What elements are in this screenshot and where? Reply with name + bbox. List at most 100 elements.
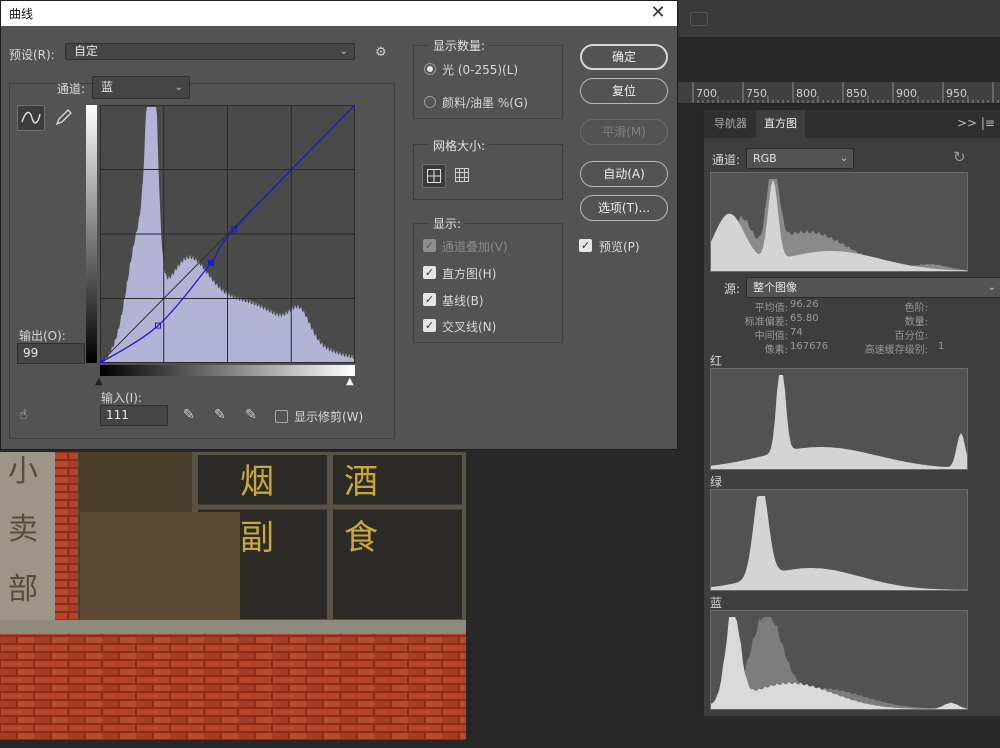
document-image[interactable]: 烟 副 酒 食 小 卖 部 bbox=[0, 452, 466, 740]
input-label: 输入(I): bbox=[101, 391, 142, 405]
channel-label-blue: 蓝 bbox=[710, 596, 723, 610]
source-select[interactable]: 整个图像 ⌄ bbox=[746, 277, 1000, 298]
ruler-label: 750 bbox=[746, 87, 767, 100]
options-button[interactable]: 选项(T)... bbox=[580, 195, 668, 221]
channel-select[interactable]: 蓝 ⌄ bbox=[92, 76, 190, 99]
refresh-icon[interactable]: ↻ bbox=[953, 148, 966, 166]
dialog-title: 曲线 bbox=[9, 7, 34, 21]
curve-point-tool-icon[interactable] bbox=[17, 105, 45, 131]
pigment-radio[interactable] bbox=[424, 96, 436, 108]
stat-value: 65.80 bbox=[790, 313, 819, 324]
ruler-label: 800 bbox=[796, 87, 817, 100]
white-eyedropper-icon[interactable]: ✎ bbox=[245, 407, 257, 423]
smooth-button[interactable]: 平滑(M) bbox=[580, 119, 668, 145]
panel-menu-icon[interactable]: >> |≡ bbox=[957, 116, 995, 130]
pigment-option-label: 颜料/油墨 %(G) bbox=[442, 96, 528, 110]
stat-label: 色阶: bbox=[904, 303, 928, 314]
panel-channel-value: RGB bbox=[753, 152, 777, 165]
chevron-down-icon: ⌄ bbox=[987, 282, 996, 293]
ok-button[interactable]: 确定 bbox=[580, 44, 668, 70]
histogram-panel: 导航器 直方图 >> |≡ 通道: RGB ⌄ ↻ 源: 整个图像 ⌄ 平均值:… bbox=[703, 110, 1000, 716]
show-clipping-checkbox[interactable] bbox=[275, 410, 288, 423]
toolbar-icon[interactable] bbox=[690, 12, 708, 26]
sign-char: 酒 bbox=[344, 462, 378, 502]
black-eyedropper-icon[interactable]: ✎ bbox=[183, 407, 195, 423]
baseline-checkbox[interactable]: ✓ bbox=[423, 293, 436, 306]
panel-channel-select[interactable]: RGB ⌄ bbox=[746, 148, 854, 169]
preset-value: 自定 bbox=[74, 44, 99, 58]
stat-value: 96.26 bbox=[790, 299, 819, 310]
curve-point bbox=[208, 259, 214, 266]
curves-graph[interactable] bbox=[97, 102, 358, 366]
input-field[interactable]: 111 bbox=[100, 405, 168, 426]
gray-eyedropper-icon[interactable]: ✎ bbox=[214, 407, 226, 423]
target-adjustment-icon[interactable]: ☝ bbox=[19, 407, 28, 423]
source-value: 整个图像 bbox=[753, 281, 797, 294]
panel-tab-bar: 导航器 直方图 >> |≡ bbox=[704, 110, 1000, 138]
output-gradient-bar bbox=[86, 105, 97, 363]
preview-checkbox[interactable]: ✓ bbox=[579, 239, 592, 252]
detailed-grid-icon[interactable] bbox=[450, 164, 474, 188]
horizontal-ruler: 700 750 800 850 900 950 bbox=[678, 82, 1000, 104]
options-bar bbox=[678, 0, 1000, 38]
preset-label: 预设(R): bbox=[9, 48, 55, 62]
source-label: 源: bbox=[724, 282, 741, 296]
show-clipping-label: 显示修剪(W) bbox=[294, 410, 364, 424]
stat-label: 高速缓存级别: bbox=[864, 345, 928, 356]
green-histogram bbox=[710, 489, 968, 591]
preset-select[interactable]: 自定 ⌄ bbox=[65, 43, 355, 60]
stat-label: 中间值: bbox=[754, 331, 788, 342]
channel-overlay-label: 通道叠加(V) bbox=[442, 240, 508, 254]
panel-channel-label: 通道: bbox=[712, 153, 741, 167]
show-title: 显示: bbox=[429, 215, 466, 232]
blue-histogram bbox=[710, 610, 968, 710]
red-histogram bbox=[710, 368, 968, 470]
intersection-line-checkbox[interactable]: ✓ bbox=[423, 319, 436, 332]
ruler-label: 700 bbox=[696, 87, 717, 100]
histogram-checkbox[interactable]: ✓ bbox=[423, 266, 436, 279]
tab-histogram[interactable]: 直方图 bbox=[756, 110, 805, 138]
intersection-option-label: 交叉线(N) bbox=[442, 320, 497, 334]
sign-char: 食 bbox=[344, 518, 378, 558]
output-label: 输出(O): bbox=[19, 329, 66, 343]
tab-navigator[interactable]: 导航器 bbox=[706, 110, 755, 138]
show-amount-title: 显示数量: bbox=[429, 37, 490, 54]
reset-button[interactable]: 复位 bbox=[580, 78, 668, 104]
black-point-slider[interactable]: ▲ bbox=[95, 376, 103, 387]
ruler-label: 850 bbox=[846, 87, 867, 100]
white-point-slider[interactable]: ▲ bbox=[346, 376, 354, 387]
channel-overlay-checkbox[interactable]: ✓ bbox=[423, 239, 436, 252]
sign-char: 卖 bbox=[8, 512, 38, 547]
channel-value: 蓝 bbox=[101, 80, 114, 94]
chevron-down-icon: ⌄ bbox=[839, 153, 848, 164]
light-option-label: 光 (0-255)(L) bbox=[442, 63, 519, 77]
channel-label-red: 红 bbox=[710, 354, 723, 368]
auto-button[interactable]: 自动(A) bbox=[580, 161, 668, 187]
chevron-down-icon: ⌄ bbox=[339, 46, 348, 57]
stat-label: 百分位: bbox=[894, 331, 928, 342]
baseline-option-label: 基线(B) bbox=[442, 294, 484, 308]
simple-grid-icon[interactable] bbox=[422, 164, 446, 188]
pencil-icon[interactable] bbox=[49, 105, 77, 131]
output-field[interactable]: 99 bbox=[17, 343, 85, 364]
dialog-titlebar[interactable]: 曲线 ✕ bbox=[1, 1, 677, 26]
input-gradient-bar bbox=[100, 365, 355, 376]
ruler-label: 900 bbox=[896, 87, 917, 100]
chevron-down-icon: ⌄ bbox=[174, 82, 183, 93]
gear-icon[interactable]: ⚙ bbox=[375, 45, 387, 60]
histogram-option-label: 直方图(H) bbox=[442, 267, 497, 281]
stat-label: 平均值: bbox=[754, 303, 788, 314]
light-radio[interactable] bbox=[424, 63, 436, 75]
channel-label-green: 绿 bbox=[710, 475, 723, 489]
stat-value: 74 bbox=[790, 327, 803, 338]
sign-char: 烟 bbox=[240, 462, 274, 502]
channel-label: 通道: bbox=[57, 82, 86, 96]
sign-char: 小 bbox=[8, 454, 38, 489]
sign-char: 部 bbox=[8, 572, 38, 607]
grid-size-title: 网格大小: bbox=[429, 137, 490, 154]
stat-label: 数量: bbox=[904, 317, 928, 328]
rgb-histogram bbox=[710, 172, 968, 272]
close-icon[interactable]: ✕ bbox=[647, 2, 669, 24]
preview-label: 预览(P) bbox=[599, 240, 640, 254]
curves-dialog: 曲线 ✕ 预设(R): 自定 ⌄ ⚙ 通道: 蓝 ⌄ 输出(O): 99 ▲ ▲… bbox=[0, 0, 678, 450]
